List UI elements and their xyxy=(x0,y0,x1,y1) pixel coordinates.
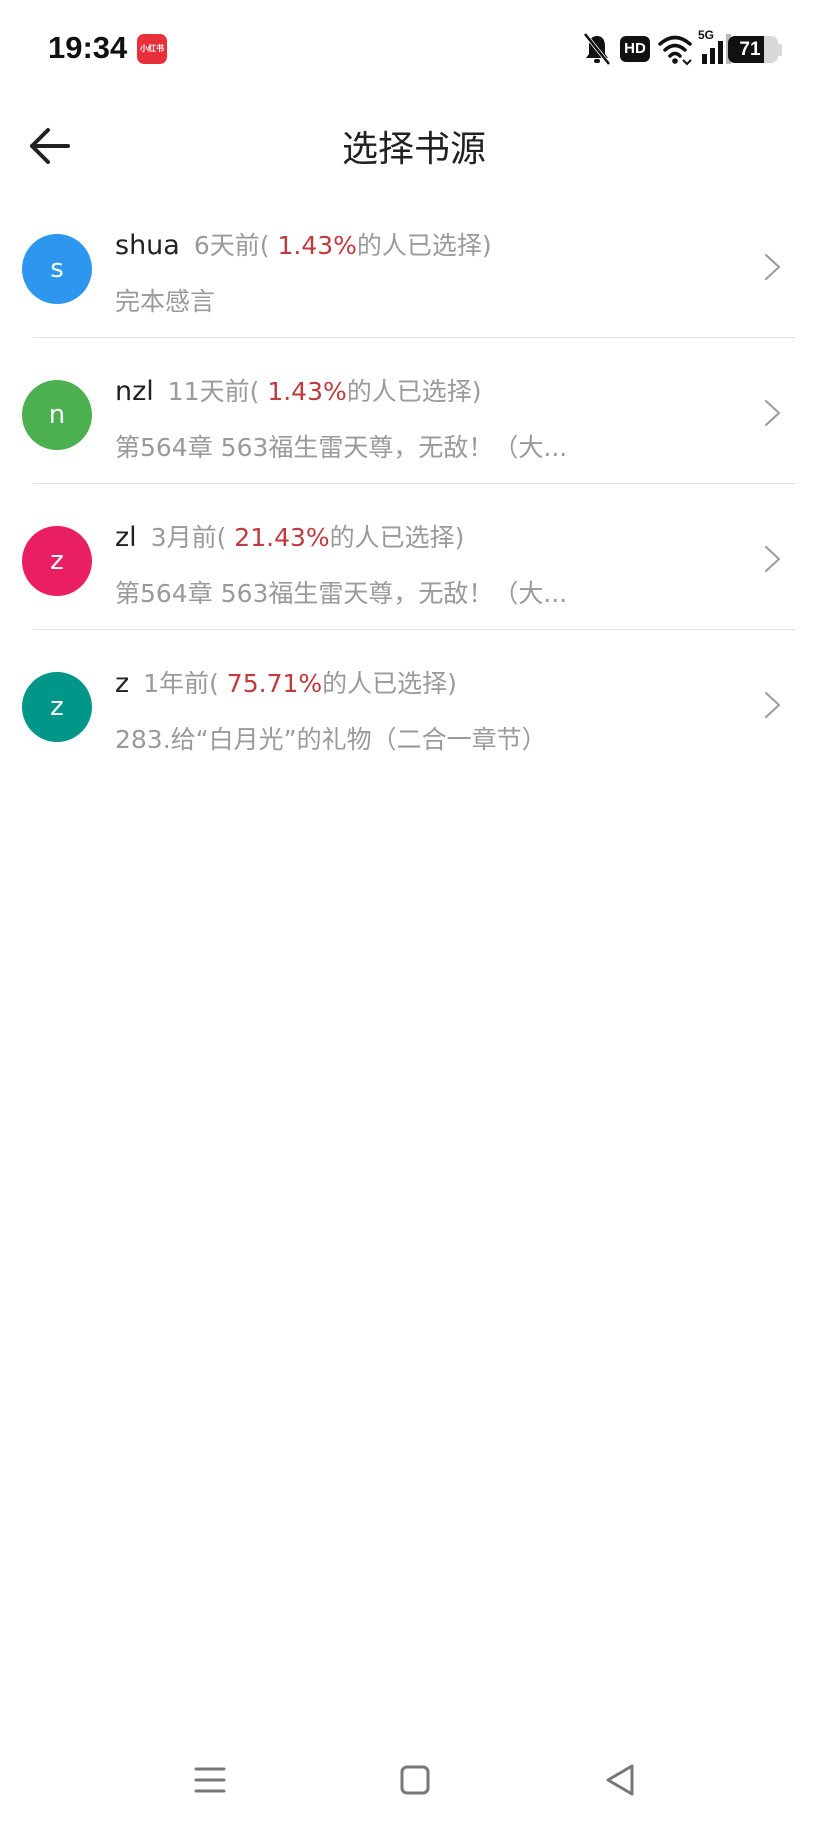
source-percent: 1.43% xyxy=(269,231,357,260)
source-name: z xyxy=(115,668,130,699)
status-time: 19:34 xyxy=(48,30,128,65)
source-name: zl xyxy=(115,522,137,553)
source-percent-suffix: 的人已选择) xyxy=(346,377,482,406)
source-percent-suffix: 的人已选择) xyxy=(329,523,465,552)
bell-muted-icon xyxy=(583,32,611,66)
screen: 19:34 小红书 HD 5G 71 选择书源 s shua 6天前(1.43… xyxy=(0,0,828,1821)
source-percent-suffix: 的人已选择) xyxy=(356,231,492,260)
source-percent-suffix: 的人已选择) xyxy=(322,669,457,698)
xiaohongshu-app-icon: 小红书 xyxy=(137,34,167,64)
source-meta: 11天前( 1.43%的人已选择) xyxy=(168,377,482,406)
source-percent: 21.43% xyxy=(226,523,330,552)
latest-chapter: 283.给“白月光”的礼物（二合一章节） xyxy=(115,725,547,754)
source-list: s shua 6天前( 1.43%的人已选择) 完本感言 n nzl 11天前( 1… xyxy=(0,192,828,776)
latest-chapter: 完本感言 xyxy=(115,287,216,316)
avatar: z xyxy=(22,526,92,596)
status-bar: 19:34 小红书 HD 5G 71 xyxy=(0,0,828,100)
header: 选择书源 xyxy=(0,100,828,192)
page-title: 选择书源 xyxy=(341,129,486,170)
recents-button[interactable] xyxy=(180,1750,240,1810)
source-header: z 1年前( 75.71%的人已选择) xyxy=(115,664,457,700)
avatar: z xyxy=(22,672,92,742)
source-item[interactable]: n nzl 11天前( 1.43%的人已选择) 第564章 563福生雷天尊，无敌… xyxy=(0,338,828,484)
source-header: zl 3月前( 21.43%的人已选择) xyxy=(115,518,464,554)
chevron-right-icon xyxy=(764,691,781,719)
source-age: 3月前( xyxy=(150,523,227,552)
source-meta: 3月前( 21.43%的人已选择) xyxy=(151,523,465,552)
latest-chapter: 第564章 563福生雷天尊，无敌！（大... xyxy=(115,433,568,462)
nav-back-button[interactable] xyxy=(590,1750,650,1810)
source-meta: 6天前( 1.43%的人已选择) xyxy=(194,231,492,260)
source-percent: 1.43% xyxy=(259,377,347,406)
chevron-right-icon xyxy=(764,399,781,427)
status-icons: HD 5G 71 xyxy=(582,28,782,70)
source-item[interactable]: z zl 3月前( 21.43%的人已选择) 第564章 563福生雷天尊，无敌！… xyxy=(0,484,828,630)
source-item[interactable]: s shua 6天前( 1.43%的人已选择) 完本感言 xyxy=(0,192,828,338)
source-name: nzl xyxy=(115,376,154,407)
hd-icon: HD xyxy=(620,36,650,62)
chevron-right-icon xyxy=(764,545,781,573)
wifi-icon xyxy=(658,35,692,66)
menu-icon xyxy=(194,1767,226,1793)
avatar: s xyxy=(22,234,92,304)
latest-chapter: 第564章 563福生雷天尊，无敌！（大... xyxy=(115,579,568,608)
source-meta: 1年前( 75.71%的人已选择) xyxy=(143,669,457,698)
back-triangle-icon xyxy=(606,1764,634,1796)
source-name: shua xyxy=(115,230,180,261)
source-age: 1年前( xyxy=(143,669,219,698)
source-age: 11天前( xyxy=(167,377,260,406)
home-square-icon xyxy=(400,1765,430,1795)
chevron-right-icon xyxy=(764,253,781,281)
battery-level: 71 xyxy=(739,39,761,60)
source-header: shua 6天前( 1.43%的人已选择) xyxy=(115,226,492,262)
source-item[interactable]: z z 1年前( 75.71%的人已选择) 283.给“白月光”的礼物（二合一章节… xyxy=(0,630,828,776)
source-percent: 75.71% xyxy=(218,669,323,698)
source-header: nzl 11天前( 1.43%的人已选择) xyxy=(115,372,482,408)
battery-icon: 71 xyxy=(728,36,778,63)
system-nav-bar xyxy=(0,1740,828,1821)
avatar: n xyxy=(22,380,92,450)
home-button[interactable] xyxy=(385,1750,445,1810)
source-age: 6天前( xyxy=(193,231,270,260)
